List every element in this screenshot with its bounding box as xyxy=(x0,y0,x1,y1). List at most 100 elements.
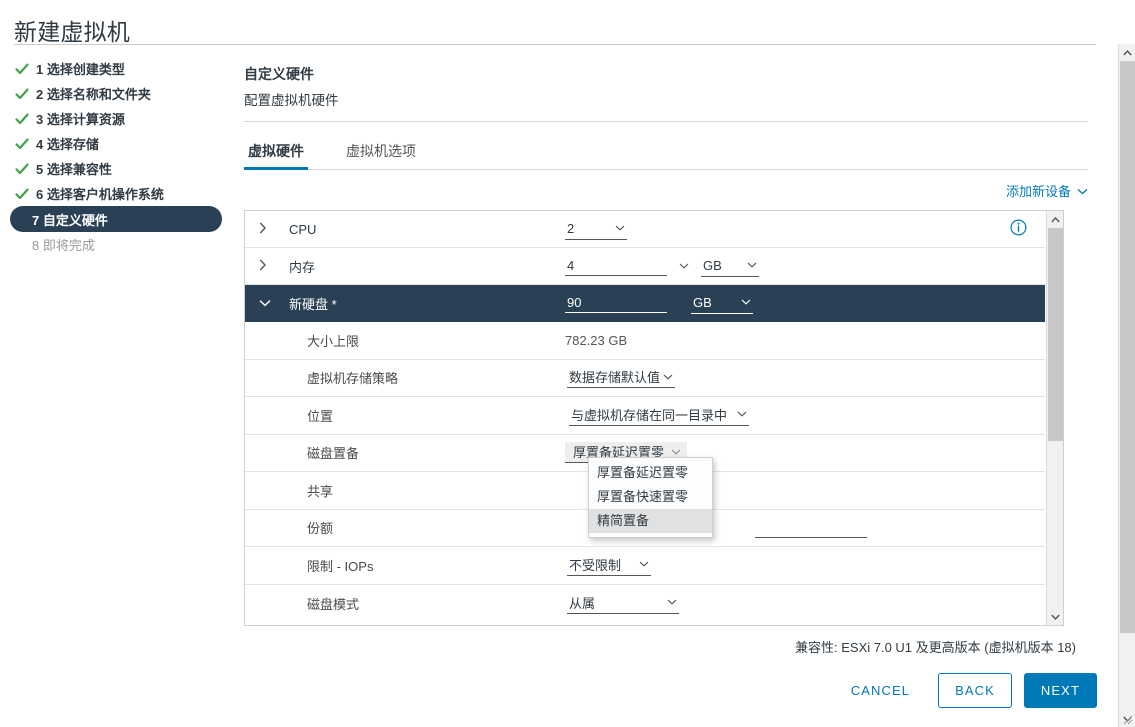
hardware-row-disk-mode: 磁盘模式 从属 xyxy=(245,585,1045,623)
chevron-down-icon xyxy=(615,222,625,234)
tab-bar: 虚拟硬件 虚拟机选项 xyxy=(244,136,1088,170)
check-icon xyxy=(15,138,29,149)
hardware-label-disk-provisioning: 磁盘置备 xyxy=(307,446,360,462)
disk-unit-select[interactable]: GB xyxy=(691,293,753,314)
sidebar-step-8-label: 8 即将完成 xyxy=(32,238,95,253)
disk-provisioning-dropdown-menu[interactable]: 厚置备延迟置零 厚置备快速置零 精简置备 xyxy=(588,457,713,538)
wizard-actions: CANCEL BACK NEXT xyxy=(835,673,1097,708)
chevron-down-icon[interactable] xyxy=(259,297,277,309)
memory-stepper-chevron-down-icon[interactable] xyxy=(679,260,689,272)
storage-policy-select[interactable]: 数据存储默认值 xyxy=(567,367,676,389)
sidebar-step-6-label: 6 选择客户机操作系统 xyxy=(36,187,164,202)
memory-unit-value: GB xyxy=(703,257,722,273)
hardware-value-max-size: 782.23 GB xyxy=(565,333,1045,348)
add-device-row: 添加新设备 xyxy=(244,170,1088,204)
sidebar-step-4-label: 4 选择存储 xyxy=(36,137,99,152)
location-value: 与虚拟机存储在同一目录中 xyxy=(571,407,728,423)
hardware-value-limit-iops: 不受限制 xyxy=(565,555,1045,576)
sidebar-step-2[interactable]: 2 选择名称和文件夹 xyxy=(0,81,232,106)
hardware-row-memory[interactable]: 内存 GB xyxy=(245,248,1045,285)
disk-unit-value: GB xyxy=(693,294,712,310)
sidebar-step-3[interactable]: 3 选择计算资源 xyxy=(0,106,232,131)
disk-size-input[interactable] xyxy=(565,293,667,313)
chevron-right-icon[interactable] xyxy=(259,259,277,273)
memory-size-input[interactable] xyxy=(565,256,667,276)
sidebar-step-7[interactable]: 7 自定义硬件 xyxy=(10,206,222,232)
shares-input[interactable] xyxy=(755,518,867,538)
main-content: 自定义硬件 配置虚拟机硬件 虚拟硬件 虚拟机选项 添加新设备 CPU 2 内存 … xyxy=(244,56,1088,671)
sidebar-step-1[interactable]: 1 选择创建类型 xyxy=(0,56,232,81)
next-button[interactable]: NEXT xyxy=(1023,673,1097,708)
hardware-value-cpu: 2 xyxy=(565,219,1045,240)
cpu-count-select[interactable]: 2 xyxy=(565,219,627,240)
chevron-down-icon xyxy=(639,558,649,570)
chevron-down-icon xyxy=(1077,183,1088,198)
sidebar-step-5[interactable]: 5 选择兼容性 xyxy=(0,156,232,181)
hardware-rows: CPU 2 内存 4 GB 新硬盘 * 90 GB 大小上限 782.23 GB… xyxy=(245,211,1045,622)
disk-mode-value: 从属 xyxy=(569,595,596,611)
check-icon xyxy=(15,163,29,174)
chevron-right-icon[interactable] xyxy=(259,222,277,236)
hardware-value-new-hard-disk: GB xyxy=(565,293,1045,314)
sidebar-step-8[interactable]: 8 即将完成 xyxy=(0,232,232,257)
compatibility-text: 兼容性: ESXi 7.0 U1 及更高版本 (虚拟机版本 18) xyxy=(795,640,1076,655)
sidebar-step-5-label: 5 选择兼容性 xyxy=(36,162,112,177)
chevron-down-icon xyxy=(741,296,751,308)
sidebar-step-7-label: 7 自定义硬件 xyxy=(32,212,108,228)
tab-virtual-hardware[interactable]: 虚拟硬件 xyxy=(244,141,308,170)
hardware-row-max-size: 大小上限 782.23 GB xyxy=(245,322,1045,360)
check-icon xyxy=(15,88,29,99)
dropdown-option-thick-lazy-zeroed[interactable]: 厚置备延迟置零 xyxy=(589,461,712,485)
max-size-value: 782.23 GB xyxy=(565,332,628,348)
content-subtitle: 配置虚拟机硬件 xyxy=(244,93,339,108)
page-title: 新建虚拟机 xyxy=(14,19,130,45)
hardware-label-shares: 份额 xyxy=(307,521,334,537)
hardware-table: CPU 2 内存 4 GB 新硬盘 * 90 GB 大小上限 782.23 GB… xyxy=(244,210,1064,626)
check-icon xyxy=(15,62,29,74)
sidebar-step-4[interactable]: 4 选择存储 xyxy=(0,131,232,156)
sidebar-step-3-label: 3 选择计算资源 xyxy=(36,112,125,127)
sidebar-step-1-label: 1 选择创建类型 xyxy=(36,62,125,77)
hardware-value-memory: GB xyxy=(565,256,1045,277)
content-title: 自定义硬件 xyxy=(244,66,314,82)
scroll-up-arrow-icon[interactable] xyxy=(1047,211,1063,228)
info-circle-icon[interactable] xyxy=(1010,219,1027,239)
disk-mode-select[interactable]: 从属 xyxy=(567,593,679,614)
hardware-label-disk-mode: 磁盘模式 xyxy=(307,596,360,612)
hardware-label-sharing: 共享 xyxy=(307,483,334,499)
chevron-down-icon xyxy=(737,408,747,420)
wizard-step-list: 1 选择创建类型 2 选择名称和文件夹 3 选择计算资源 4 选择存储 5 选择… xyxy=(0,56,232,257)
location-select[interactable]: 与虚拟机存储在同一目录中 xyxy=(569,405,750,426)
hardware-label-limit-iops: 限制 - IOPs xyxy=(307,558,374,574)
page-scrollbar[interactable] xyxy=(1118,44,1135,727)
hardware-label-storage-policy: 虚拟机存储策略 xyxy=(307,371,399,387)
back-button[interactable]: BACK xyxy=(938,673,1012,708)
add-new-device-label: 添加新设备 xyxy=(1005,183,1071,199)
hardware-row-cpu[interactable]: CPU 2 xyxy=(245,211,1045,248)
dropdown-option-thick-eager-zeroed[interactable]: 厚置备快速置零 xyxy=(589,485,712,509)
content-divider xyxy=(244,121,1088,122)
scroll-up-arrow-icon[interactable] xyxy=(1119,44,1135,61)
chevron-down-icon xyxy=(747,259,757,271)
hardware-value-storage-policy: 数据存储默认值 xyxy=(565,367,1045,389)
hardware-label-max-size: 大小上限 xyxy=(307,333,360,349)
hardware-label-cpu: CPU xyxy=(289,221,317,237)
add-new-device-button[interactable]: 添加新设备 xyxy=(1006,181,1088,200)
hardware-row-location: 位置 与虚拟机存储在同一目录中 xyxy=(245,397,1045,435)
storage-policy-value: 数据存储默认值 xyxy=(569,370,661,386)
memory-unit-select[interactable]: GB xyxy=(701,256,759,277)
hardware-panel-scrollbar[interactable] xyxy=(1046,211,1063,625)
limit-iops-select[interactable]: 不受限制 xyxy=(567,555,651,576)
dropdown-option-thin-provision[interactable]: 精简置备 xyxy=(589,509,712,533)
tab-vm-options[interactable]: 虚拟机选项 xyxy=(342,141,420,169)
resize-grip-icon[interactable] xyxy=(1123,715,1133,725)
chevron-down-icon xyxy=(667,596,677,608)
hardware-row-new-hard-disk[interactable]: 新硬盘 * GB xyxy=(245,285,1045,322)
scroll-down-arrow-icon[interactable] xyxy=(1047,608,1063,625)
hardware-panel-scroll-thumb[interactable] xyxy=(1048,228,1063,441)
sidebar-step-6[interactable]: 6 选择客户机操作系统 xyxy=(0,181,232,206)
page-scroll-thumb[interactable] xyxy=(1120,61,1135,633)
hardware-row-limit-iops: 限制 - IOPs 不受限制 xyxy=(245,547,1045,585)
title-divider xyxy=(14,44,1096,45)
cancel-button[interactable]: CANCEL xyxy=(835,673,926,708)
